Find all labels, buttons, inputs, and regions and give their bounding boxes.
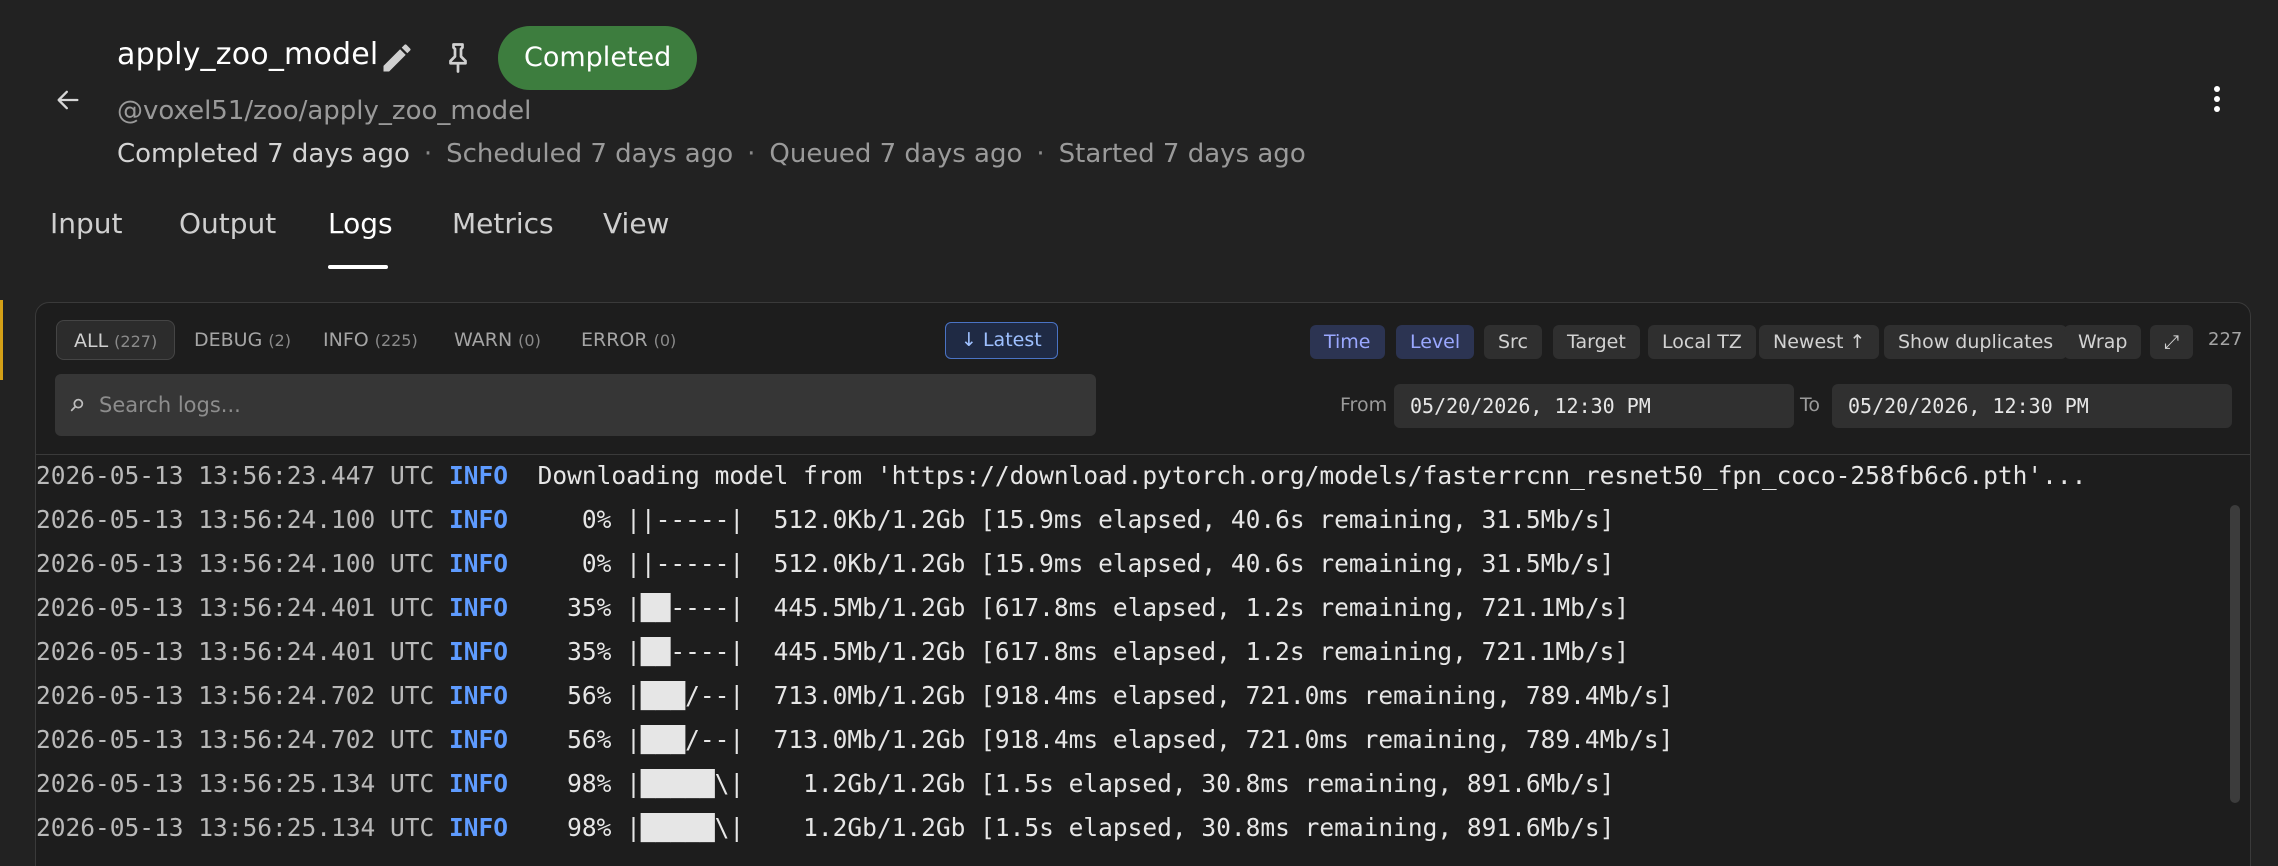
- log-message: 56% |███/--| 713.0Mb/1.2Gb [918.4ms elap…: [522, 681, 1674, 710]
- log-level: INFO: [449, 769, 509, 798]
- log-line: 2026-05-13 13:56:24.401 UTC INFO 35% |██…: [36, 588, 1629, 628]
- log-list[interactable]: 2026-05-13 13:56:23.447 UTC INFO Downloa…: [36, 456, 2226, 866]
- filter-label: ALL: [74, 330, 109, 352]
- window-edge-accent: [0, 300, 3, 380]
- log-message: 56% |███/--| 713.0Mb/1.2Gb [918.4ms elap…: [522, 725, 1674, 754]
- log-message: 35% |██----| 445.5Mb/1.2Gb [617.8ms elap…: [522, 637, 1630, 666]
- tab-view[interactable]: View: [603, 200, 669, 270]
- toggle-level[interactable]: Level: [1396, 325, 1475, 359]
- log-message: 0% ||-----| 512.0Kb/1.2Gb [15.9ms elapse…: [522, 505, 1615, 534]
- log-level: INFO: [449, 637, 509, 666]
- filter-count: (227): [114, 332, 158, 351]
- timeline-separator: ·: [747, 139, 756, 169]
- scheduled-time: Scheduled 7 days ago: [446, 139, 734, 169]
- toggle-wrap[interactable]: Wrap: [2064, 325, 2142, 359]
- filter-error[interactable]: ERROR (0): [564, 320, 693, 360]
- log-line: 2026-05-13 13:56:24.100 UTC INFO 0% ||--…: [36, 544, 1614, 584]
- toggle-local-tz[interactable]: Local TZ: [1648, 325, 1756, 359]
- log-timestamp: 2026-05-13 13:56:24.401 UTC: [36, 593, 435, 622]
- filter-count: (0): [653, 331, 677, 350]
- filter-all[interactable]: ALL (227): [56, 320, 176, 360]
- operator-uri: @voxel51/zoo/apply_zoo_model: [117, 96, 532, 126]
- toggle-target[interactable]: Target: [1553, 325, 1640, 359]
- completed-time: Completed 7 days ago: [117, 139, 410, 169]
- tab-metrics[interactable]: Metrics: [452, 200, 554, 270]
- log-timestamp: 2026-05-13 13:56:24.702 UTC: [36, 725, 435, 754]
- log-level: INFO: [449, 505, 509, 534]
- run-timeline: Completed 7 days ago · Scheduled 7 days ag…: [117, 139, 1306, 169]
- tab-bar: Input Output Logs Metrics View: [0, 200, 900, 270]
- filter-warn[interactable]: WARN (0): [437, 320, 558, 360]
- timeline-separator: ·: [423, 139, 433, 169]
- search-icon: [69, 397, 87, 413]
- expand-icon[interactable]: ⤢: [2150, 325, 2194, 359]
- log-timestamp: 2026-05-13 13:56:24.401 UTC: [36, 637, 435, 666]
- status-badge: Completed: [498, 26, 698, 90]
- filter-label: DEBUG: [194, 329, 263, 351]
- to-date-input[interactable]: 05/20/2026, 12:30 PM: [1832, 384, 2232, 428]
- log-scrollbar-thumb[interactable]: [2230, 505, 2240, 803]
- log-level: INFO: [449, 461, 509, 490]
- from-date-input[interactable]: 05/20/2026, 12:30 PM: [1394, 384, 1794, 428]
- toggle-src[interactable]: Src: [1484, 325, 1542, 359]
- filter-count: (2): [268, 331, 291, 350]
- tab-input[interactable]: Input: [50, 200, 123, 270]
- filter-count: (0): [518, 331, 541, 350]
- to-label: To: [1800, 394, 1821, 416]
- active-tab-indicator: [328, 265, 388, 269]
- log-line: 2026-05-13 13:56:24.702 UTC INFO 56% |██…: [36, 720, 1673, 760]
- queued-time: Queued 7 days ago: [769, 139, 1023, 169]
- search-input[interactable]: [99, 374, 1096, 436]
- toggle-time[interactable]: Time: [1310, 325, 1385, 359]
- filter-info[interactable]: INFO (225): [306, 320, 435, 360]
- timeline-separator: ·: [1036, 139, 1045, 169]
- log-level: INFO: [449, 681, 509, 710]
- back-button[interactable]: [46, 80, 90, 120]
- page-title: apply_zoo_model: [117, 37, 379, 72]
- log-timestamp: 2026-05-13 13:56:25.134 UTC: [36, 813, 435, 842]
- filter-debug[interactable]: DEBUG (2): [177, 320, 308, 360]
- tab-logs[interactable]: Logs: [328, 200, 393, 270]
- log-message: 35% |██----| 445.5Mb/1.2Gb [617.8ms elap…: [522, 593, 1630, 622]
- log-message: 0% ||-----| 512.0Kb/1.2Gb [15.9ms elapse…: [522, 549, 1615, 578]
- log-line: 2026-05-13 13:56:25.134 UTC INFO 98% |██…: [36, 764, 1614, 804]
- log-level: INFO: [449, 813, 509, 842]
- log-message: 98% |█████\| 1.2Gb/1.2Gb [1.5s elapsed, …: [522, 813, 1615, 842]
- log-message: 98% |█████\| 1.2Gb/1.2Gb [1.5s elapsed, …: [522, 769, 1615, 798]
- log-line: 2026-05-13 13:56:25.134 UTC INFO 98% |██…: [36, 808, 1614, 848]
- started-time: Started 7 days ago: [1058, 139, 1306, 169]
- panel-divider: [36, 454, 2250, 455]
- more-menu-button[interactable]: [2200, 78, 2234, 120]
- run-detail-page: apply_zoo_model Completed @voxel51/zoo/a…: [0, 0, 2278, 866]
- search-field[interactable]: [55, 374, 1096, 436]
- filter-label: INFO: [323, 329, 369, 351]
- toggle-show-duplicates[interactable]: Show duplicates: [1884, 325, 2068, 359]
- log-timestamp: 2026-05-13 13:56:24.702 UTC: [36, 681, 435, 710]
- more-vertical-icon: [2214, 86, 2220, 112]
- log-timestamp: 2026-05-13 13:56:23.447 UTC: [36, 461, 435, 490]
- tab-output[interactable]: Output: [179, 200, 276, 270]
- sort-newest-button[interactable]: Newest ↑: [1759, 325, 1880, 359]
- log-timestamp: 2026-05-13 13:56:25.134 UTC: [36, 769, 435, 798]
- filter-count: (225): [374, 331, 418, 350]
- log-level: INFO: [449, 593, 509, 622]
- log-line: 2026-05-13 13:56:24.100 UTC INFO 0% ||--…: [36, 500, 1614, 540]
- from-label: From: [1340, 394, 1388, 416]
- log-line: 2026-05-13 13:56:24.401 UTC INFO 35% |██…: [36, 632, 1629, 672]
- filter-label: ERROR: [581, 329, 648, 351]
- pin-icon[interactable]: [440, 40, 476, 76]
- log-message: Downloading model from 'https://download…: [522, 461, 2087, 490]
- log-line-count: 227: [2208, 329, 2243, 350]
- log-level: INFO: [449, 725, 509, 754]
- pencil-icon[interactable]: [379, 40, 415, 76]
- filter-label: WARN: [454, 329, 513, 351]
- jump-to-latest-button[interactable]: ↓ Latest: [945, 322, 1058, 359]
- log-line: 2026-05-13 13:56:24.702 UTC INFO 56% |██…: [36, 676, 1673, 716]
- log-line: 2026-05-13 13:56:23.447 UTC INFO Downloa…: [36, 456, 2086, 496]
- log-timestamp: 2026-05-13 13:56:24.100 UTC: [36, 505, 435, 534]
- arrow-left-icon: [57, 90, 79, 110]
- log-timestamp: 2026-05-13 13:56:24.100 UTC: [36, 549, 435, 578]
- log-level: INFO: [449, 549, 509, 578]
